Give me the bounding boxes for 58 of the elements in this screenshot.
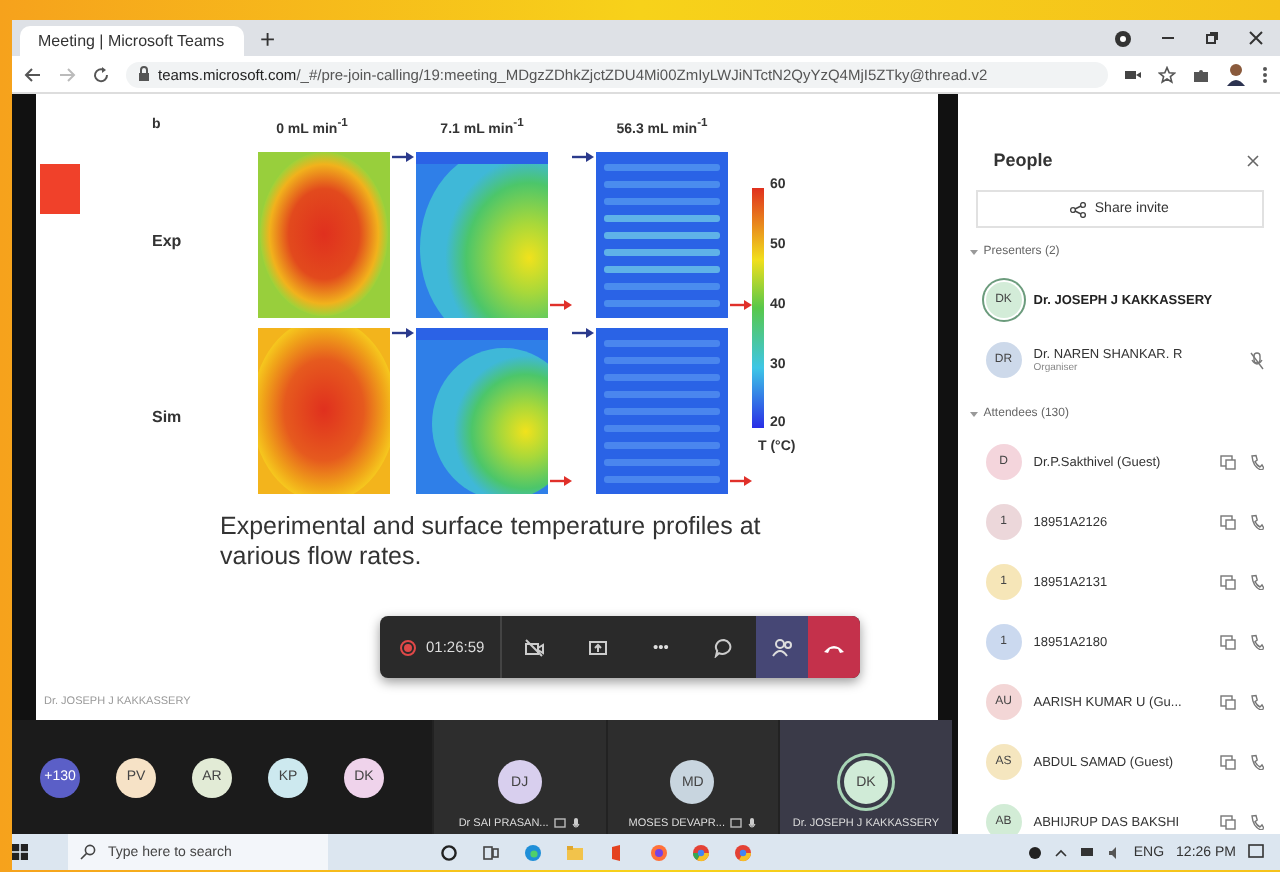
panel-title: People — [993, 150, 1053, 170]
microphone-icon — [748, 818, 757, 830]
menu-icon[interactable] — [1262, 65, 1268, 83]
phone-icon — [822, 641, 847, 653]
reload-icon[interactable] — [92, 65, 110, 83]
office-icon[interactable] — [608, 843, 626, 861]
row-label: Sim — [152, 407, 184, 426]
star-icon[interactable] — [1158, 65, 1176, 83]
people-icon[interactable] — [771, 637, 794, 657]
notification-icon[interactable] — [1248, 844, 1264, 860]
cortana-icon[interactable] — [440, 843, 458, 861]
back-icon[interactable] — [24, 65, 42, 83]
search-icon — [80, 844, 96, 860]
close-icon[interactable] — [1246, 153, 1260, 167]
phone-icon[interactable] — [1250, 574, 1264, 590]
arrow-icon — [730, 476, 752, 487]
restore-icon[interactable] — [1204, 30, 1220, 46]
arrow-icon — [572, 152, 594, 163]
chrome-icon[interactable] — [692, 843, 710, 861]
chat-icon[interactable] — [714, 637, 735, 657]
phone-icon[interactable] — [1250, 454, 1264, 470]
windows-icon[interactable] — [12, 844, 28, 860]
firefox-icon[interactable] — [650, 843, 668, 861]
camera-off-icon[interactable] — [524, 637, 545, 657]
lock-icon — [138, 66, 150, 82]
hang-up-button[interactable] — [808, 616, 861, 678]
microphone-icon — [572, 818, 581, 830]
phone-icon[interactable] — [1250, 634, 1264, 650]
browser-tab[interactable]: Meeting | Microsoft Teams — [20, 26, 244, 56]
share-icon — [1070, 201, 1087, 217]
volume-icon — [1107, 845, 1122, 859]
arrow-icon — [730, 300, 752, 311]
accent-square — [40, 164, 80, 214]
caret-icon — [969, 410, 978, 418]
screen-icon — [554, 818, 567, 830]
phone-icon[interactable] — [1250, 814, 1264, 830]
row-label: Exp — [152, 231, 184, 250]
edge-icon[interactable] — [524, 843, 542, 861]
arrow-icon — [572, 328, 594, 339]
profile-icon[interactable] — [1226, 62, 1246, 86]
screen-icon — [730, 818, 743, 830]
close-icon[interactable] — [1248, 30, 1264, 46]
arrow-icon — [550, 300, 572, 311]
caret-icon — [969, 248, 978, 256]
phone-icon[interactable] — [1250, 694, 1264, 710]
arrow-icon — [392, 152, 414, 163]
arrow-icon — [550, 476, 572, 487]
phone-icon[interactable] — [1250, 754, 1264, 770]
battery-icon — [1079, 846, 1096, 858]
arrow-icon — [392, 328, 414, 339]
task-view-icon[interactable] — [482, 843, 500, 861]
camera-icon[interactable] — [1124, 65, 1142, 83]
share-screen-icon[interactable] — [587, 637, 608, 657]
chevron-icon[interactable] — [1053, 847, 1068, 857]
slide-caption: Experimental and surface temperature profiles at various flow rates. — [220, 512, 763, 573]
new-tab-button[interactable]: + — [260, 26, 276, 54]
phone-icon[interactable] — [1250, 514, 1264, 530]
chrome-icon[interactable] — [734, 843, 752, 861]
